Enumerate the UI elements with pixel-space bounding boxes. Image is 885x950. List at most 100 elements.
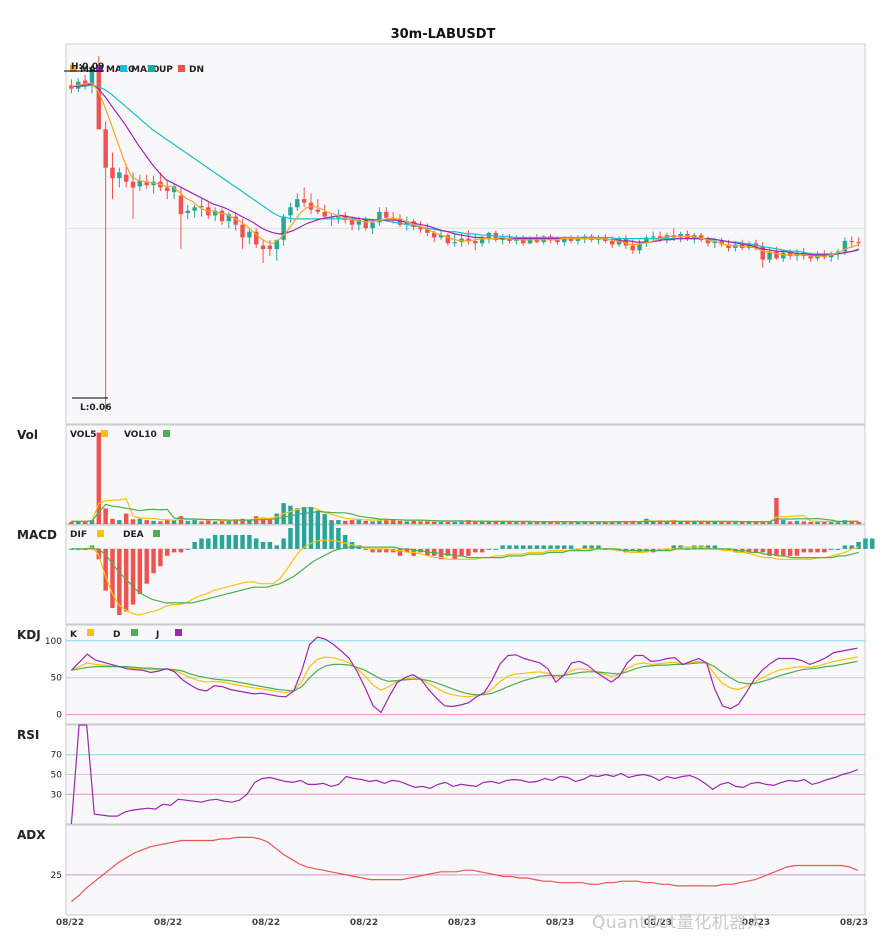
volume-bar — [130, 519, 136, 524]
high-label: H:0.09 — [71, 62, 104, 72]
macd-histogram-bar — [835, 548, 841, 550]
candle-body — [178, 195, 184, 215]
volume-bar — [123, 513, 129, 524]
macd-histogram-bar — [828, 548, 834, 550]
volume-bar — [425, 521, 430, 524]
volume-bar — [103, 508, 108, 524]
macd-histogram-bar — [397, 548, 403, 556]
candle-body — [609, 240, 615, 245]
candle-body — [219, 210, 225, 222]
volume-bar — [110, 518, 115, 524]
macd-histogram-bar — [541, 545, 546, 549]
macd-histogram-bar — [534, 545, 540, 549]
macd-histogram-bar — [842, 545, 848, 549]
candle-body — [240, 224, 245, 238]
macd-histogram-bar — [322, 514, 327, 549]
legend-vol10-swatch — [163, 430, 170, 437]
macd-histogram-bar — [212, 534, 218, 549]
volume-bar — [431, 521, 437, 524]
candle-body — [651, 236, 656, 238]
legend-j: J — [155, 630, 159, 640]
macd-histogram-bar — [500, 545, 505, 549]
volume-bar — [377, 520, 382, 524]
volume-bar — [493, 521, 499, 524]
candle-body — [103, 129, 108, 168]
macd-histogram-bar — [815, 548, 820, 553]
candle-body — [849, 240, 854, 243]
volume-bar — [404, 521, 410, 524]
x-tick-label: 08/23 — [546, 918, 574, 928]
volume-bar — [411, 520, 416, 524]
macd-histogram-bar — [760, 548, 765, 553]
candle-body — [123, 174, 129, 182]
x-tick-label: 08/22 — [252, 918, 280, 928]
legend-dea-swatch — [153, 530, 160, 537]
volume-bar — [349, 520, 355, 524]
legend-d-swatch — [131, 629, 138, 636]
macd-histogram-bar — [562, 545, 567, 549]
volume-bar — [288, 505, 293, 524]
legend-ma20: MA20 — [131, 65, 159, 75]
macd-histogram-bar — [336, 528, 341, 549]
x-tick-label: 08/22 — [350, 918, 378, 928]
volume-bar — [151, 520, 156, 524]
chart-canvas: 30m-LABUSDT Vol MACD KDJ RSI ADX 100500 … — [17, 27, 875, 928]
macd-histogram-bar — [226, 534, 232, 549]
volume-bar — [828, 521, 834, 524]
legend-dif-swatch — [97, 530, 104, 537]
macd-histogram-bar — [137, 548, 143, 595]
rsi-tick-label: 70 — [51, 751, 63, 761]
macd-histogram-bar — [144, 548, 149, 584]
candle-body — [452, 242, 457, 244]
macd-histogram-bar — [473, 548, 478, 553]
candle-body — [733, 244, 738, 248]
legend-k: K — [70, 630, 78, 640]
macd-histogram-bar — [192, 541, 197, 549]
rsi-tick-label: 50 — [51, 771, 63, 781]
candle-body — [856, 242, 861, 244]
candle-body — [185, 210, 191, 214]
volume-bar — [739, 521, 745, 524]
volume-bar — [192, 520, 197, 524]
macd-histogram-bar — [801, 548, 807, 553]
x-tick-label: 08/23 — [448, 918, 476, 928]
x-tick-label: 08/22 — [154, 918, 182, 928]
volume-bar — [651, 521, 656, 524]
volume-bar — [336, 520, 341, 524]
volume-bar — [212, 521, 218, 524]
volume-bar — [794, 520, 800, 524]
volume-bar — [117, 520, 122, 524]
vol-label: Vol — [17, 428, 38, 442]
macd-histogram-bar — [507, 545, 512, 549]
macd-histogram-bar — [568, 545, 574, 549]
volume-panel — [65, 424, 866, 525]
legend-up-swatch — [148, 65, 155, 72]
macd-histogram-bar — [199, 538, 204, 549]
volume-bar — [698, 521, 704, 524]
candle-body — [301, 199, 307, 203]
macd-histogram-bar — [466, 548, 471, 556]
volume-bar — [678, 521, 683, 524]
volume-bar — [137, 518, 143, 524]
volume-bar — [438, 521, 444, 524]
macd-histogram-bar — [863, 538, 868, 549]
volume-bar — [185, 520, 191, 524]
macd-histogram-bar — [459, 548, 464, 556]
legend-dn: DN — [189, 65, 204, 75]
macd-histogram-bar — [794, 548, 800, 556]
macd-histogram-bar — [555, 545, 560, 549]
legend-dn-swatch — [178, 65, 185, 72]
x-tick-label: 08/22 — [56, 918, 84, 928]
rsi-label: RSI — [17, 728, 39, 742]
volume-bar — [534, 521, 540, 524]
candle-body — [370, 222, 375, 229]
adx-tick-label: 25 — [51, 871, 62, 881]
macd-histogram-bar — [822, 548, 827, 553]
macd-histogram-bar — [281, 538, 286, 549]
volume-bar — [199, 521, 204, 524]
macd-histogram-bar — [315, 510, 321, 549]
candle-body — [781, 252, 786, 259]
volume-bar — [473, 521, 478, 524]
candle-body — [774, 251, 779, 259]
macd-histogram-bar — [787, 548, 793, 556]
